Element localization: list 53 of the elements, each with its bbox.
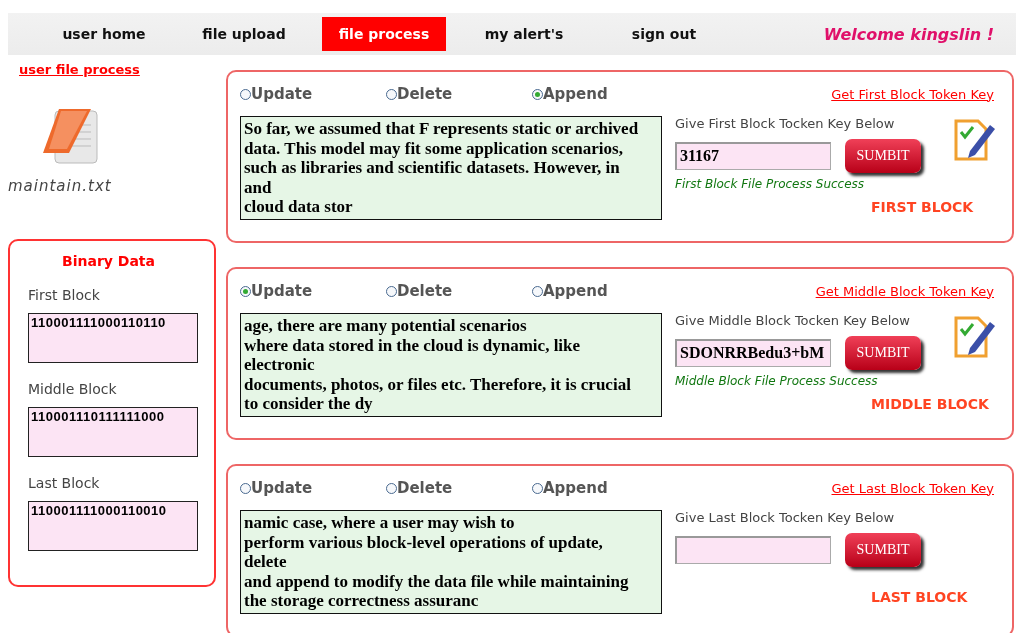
radio-button[interactable] <box>386 285 397 297</box>
nav-tab[interactable]: file process <box>322 17 446 51</box>
nav-tab[interactable]: file upload <box>182 17 306 51</box>
radio-button[interactable] <box>532 285 543 297</box>
radio-label: Append <box>543 282 608 300</box>
radio-button[interactable] <box>532 482 543 494</box>
field-label: Give Middle Block Tocken Key Below <box>675 313 910 328</box>
submit-button[interactable]: SUMBIT <box>845 336 921 370</box>
radio-label: Update <box>251 282 313 300</box>
welcome-text: Welcome kingslin ! <box>823 24 994 44</box>
submit-button[interactable]: SUMBIT <box>845 533 921 567</box>
submit-button[interactable]: SUMBIT <box>845 139 921 173</box>
radio-button[interactable] <box>532 88 543 100</box>
block-label: LAST BLOCK <box>871 589 968 605</box>
radio-label: Update <box>251 479 313 497</box>
field-label: Last Block <box>28 475 100 491</box>
field-label: Give First Block Tocken Key Below <box>675 116 895 131</box>
radio-button[interactable] <box>240 482 251 494</box>
token-key-link[interactable]: Get Middle Block Token Key <box>815 283 994 299</box>
field-label: Give Last Block Tocken Key Below <box>675 510 895 525</box>
text-area[interactable]: So far, we assumed that F represents static or archived data. This model may fit some application scenarios, such as libraries and scientific datasets. However, in and cloud data stor <box>240 116 662 220</box>
binary-text-area[interactable]: 110001110111111000 <box>28 407 198 457</box>
token-key-link[interactable]: Get Last Block Token Key <box>831 480 994 496</box>
token-key-field[interactable]: SDONRRBedu3+bM <box>675 339 831 367</box>
status-message: First Block File Process Success <box>675 177 865 193</box>
radio-label: Delete <box>397 479 453 497</box>
radio-button[interactable] <box>240 285 251 297</box>
token-key-link[interactable]: Get First Block Token Key <box>831 86 994 102</box>
radio-label: Delete <box>397 85 453 103</box>
page-link[interactable]: user file process <box>19 62 140 77</box>
block-label: FIRST BLOCK <box>871 199 974 215</box>
panel-title: Binary Data <box>62 253 155 269</box>
binary-text-area[interactable]: 110001111000110110 <box>28 313 198 363</box>
radio-button[interactable] <box>240 88 251 100</box>
radio-label: Append <box>543 85 608 103</box>
text-area[interactable]: age, there are many potential scenarios where data stored in the cloud is dynamic, like electronic documents, photos, or files etc. Therefore, it is crucial to consider the dy <box>240 313 662 417</box>
nav-tab[interactable]: user home <box>42 17 166 51</box>
radio-label: Update <box>251 85 313 103</box>
radio-label: Append <box>543 479 608 497</box>
field-label: Middle Block <box>28 381 117 397</box>
token-key-field[interactable] <box>675 536 831 564</box>
nav-tab[interactable]: my alert's <box>462 17 586 51</box>
block-label: MIDDLE BLOCK <box>871 396 989 412</box>
nav-tab[interactable]: sign out <box>602 17 726 51</box>
radio-label: Delete <box>397 282 453 300</box>
token-key-field[interactable]: 31167 <box>675 142 831 170</box>
status-message: Middle Block File Process Success <box>675 374 878 390</box>
text-area[interactable]: namic case, where a user may wish to perform various block-level operations of update, delete and append to modify the data file while maintaining the storage correctness assuranc <box>240 510 662 614</box>
binary-text-area[interactable]: 110001111000110010 <box>28 501 198 551</box>
radio-button[interactable] <box>386 482 397 494</box>
file-name: maintain.txt <box>8 177 112 195</box>
radio-button[interactable] <box>386 88 397 100</box>
field-label: First Block <box>28 287 100 303</box>
